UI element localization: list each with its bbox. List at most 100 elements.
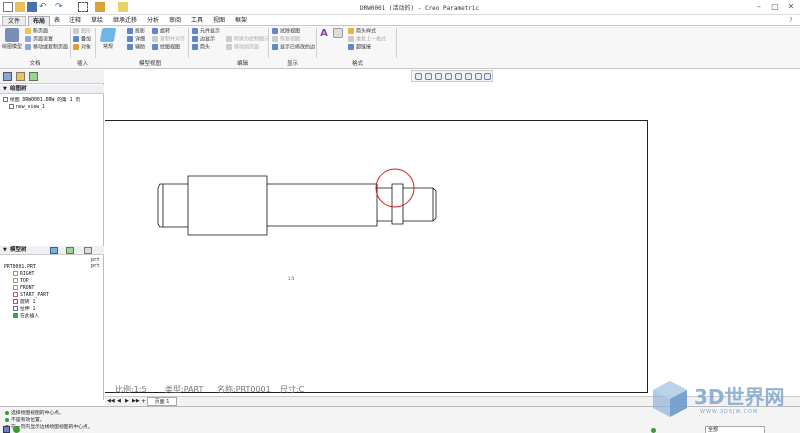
projection-button[interactable]: 投影: [127, 28, 145, 36]
modified-edges-icon: [272, 44, 278, 50]
selection-filter[interactable]: 全部: [705, 426, 765, 433]
drawing-tree-item[interactable]: 绘图 DRW0001.DRW 的第 1 页: [3, 97, 80, 104]
regen-status-icon: [651, 428, 656, 433]
saved-views-icon[interactable]: [465, 73, 472, 80]
zoom-out-icon[interactable]: [435, 73, 442, 80]
tab-view[interactable]: 视图: [209, 16, 229, 26]
navigator-toggle-icon[interactable]: [3, 426, 10, 433]
shaft-view[interactable]: [105, 84, 800, 394]
move-copy-sheet-button[interactable]: 移动或复制页面: [25, 44, 68, 52]
last-sheet-icon[interactable]: ▶▶: [132, 398, 140, 404]
tab-legacy-migration[interactable]: 继承迁移: [109, 16, 141, 26]
tab-framework[interactable]: 框架: [231, 16, 251, 26]
drawing-canvas[interactable]: 1:5 比例:1:5 类型:PART 名称:PRT0001 尺寸:C: [105, 84, 800, 394]
close-button[interactable]: ✕: [784, 1, 798, 13]
zoom-in-icon[interactable]: [425, 73, 432, 80]
ribbon-tabs: 文件 布局 表 注释 草绘 继承迁移 分析 审阅 工具 视图 框架 ?: [0, 15, 800, 26]
next-sheet-icon[interactable]: ▶: [125, 398, 129, 404]
resume-view-button[interactable]: 恢复视图: [272, 36, 300, 44]
select-icon[interactable]: [78, 2, 88, 12]
line-style-button[interactable]: [332, 28, 344, 39]
folder-browser-icon[interactable]: [16, 72, 25, 81]
repeat-last-format-button[interactable]: 重复上一格式: [348, 36, 386, 44]
redo-icon[interactable]: ↷: [55, 2, 65, 12]
drawing-view-button[interactable]: 绘图视图: [152, 44, 180, 52]
model-tree-header[interactable]: ▼ 模型树: [0, 246, 104, 255]
undo-icon[interactable]: ↶: [39, 2, 49, 12]
new-file-icon[interactable]: [3, 2, 13, 12]
tab-sketch[interactable]: 草绘: [87, 16, 107, 26]
model-tree-item[interactable]: TOP: [13, 278, 29, 285]
model-tree-item[interactable]: FRONT: [13, 285, 34, 292]
annotation-display-icon[interactable]: [484, 73, 491, 80]
coordinate-system-icon: [13, 292, 18, 297]
model-tree-tab-icon[interactable]: [3, 72, 12, 81]
tab-analysis[interactable]: 分析: [143, 16, 163, 26]
revolved-icon: [152, 28, 158, 34]
sheet-tab-1[interactable]: 页面 1: [147, 397, 177, 406]
detailed-label: 详细: [135, 36, 146, 43]
edge-display-button[interactable]: 边显示: [192, 36, 215, 44]
group-separator: [95, 28, 96, 58]
repaint-icon[interactable]: [445, 73, 452, 80]
group-separator: [70, 28, 71, 58]
tree-settings-icon[interactable]: [50, 247, 58, 254]
maximize-button[interactable]: □: [768, 1, 782, 13]
tab-table[interactable]: 表: [51, 16, 63, 26]
tab-layout[interactable]: 布局: [28, 16, 50, 26]
tree-filter-icon[interactable]: [66, 247, 74, 254]
regenerate-icon[interactable]: [95, 2, 105, 12]
auxiliary-view-button[interactable]: 辅助: [127, 44, 145, 52]
model-tree-item[interactable]: RIGHT: [13, 271, 34, 278]
browser-toggle-icon[interactable]: [13, 426, 20, 433]
model-tree-item[interactable]: 在此插入: [13, 313, 39, 320]
move-to-sheet-button[interactable]: 移动到页面: [226, 44, 259, 52]
arrow-style-button[interactable]: 箭头样式: [348, 28, 376, 36]
text-style-button[interactable]: A: [318, 28, 330, 39]
general-view-label: 常规: [102, 44, 113, 50]
detailed-view-button[interactable]: 详细: [127, 36, 145, 44]
tab-annotate[interactable]: 注释: [65, 16, 85, 26]
model-tree-item[interactable]: 拉伸 1: [13, 306, 35, 313]
help-icon[interactable]: ?: [786, 16, 796, 26]
add-sheet-icon[interactable]: +: [141, 398, 146, 405]
page-setup-button[interactable]: 页面设置: [25, 36, 53, 44]
object-button[interactable]: 对象: [73, 44, 91, 52]
open-file-icon[interactable]: [15, 2, 25, 12]
hyperlink-icon: [348, 44, 354, 50]
copy-align-button[interactable]: 复制并对齐: [152, 36, 185, 44]
display-style-icon[interactable]: [455, 73, 462, 80]
windows-icon[interactable]: [118, 2, 128, 12]
prev-sheet-icon[interactable]: ◀: [117, 398, 121, 404]
save-icon[interactable]: [27, 2, 37, 12]
drawing-tree-header[interactable]: ▼ 绘图树: [0, 85, 104, 94]
show-modified-edges-button[interactable]: 显示已修改的边: [272, 44, 315, 52]
model-tree-item[interactable]: START_PART: [13, 292, 49, 299]
hyperlink-button[interactable]: 超链接: [348, 44, 371, 52]
new-sheet-button[interactable]: 新页面: [25, 28, 48, 36]
page-setup-icon: [25, 36, 31, 42]
graph-button[interactable]: 图形: [73, 28, 91, 36]
drawing-tree-item[interactable]: new_view_1: [9, 104, 45, 111]
tab-file[interactable]: 文件: [2, 16, 26, 26]
model-tree-item[interactable]: 旋转 1: [13, 299, 35, 306]
tree-columns-icon[interactable]: [84, 247, 92, 254]
erase-view-button[interactable]: 拭除视图: [272, 28, 300, 36]
arrows-button[interactable]: 箭头: [192, 44, 210, 52]
tab-tools[interactable]: 工具: [187, 16, 207, 26]
first-sheet-icon[interactable]: ◀◀: [107, 398, 115, 404]
drawing-models-button[interactable]: 绘图模型: [2, 28, 22, 50]
overlay-button[interactable]: 叠加: [73, 36, 91, 44]
favorites-icon[interactable]: [29, 72, 38, 81]
revolved-view-button[interactable]: 旋转: [152, 28, 170, 36]
model-tree-item-label: RIGHT: [20, 272, 35, 277]
refit-icon[interactable]: [415, 73, 422, 80]
minimize-button[interactable]: –: [752, 1, 766, 13]
shaft-geometry: [157, 175, 437, 236]
convert-to-draft-button[interactable]: 转换为绘制图元: [226, 36, 269, 44]
overlay-label: 叠加: [81, 36, 92, 43]
datum-display-icon[interactable]: [475, 73, 482, 80]
general-view-button[interactable]: 常规: [98, 28, 118, 50]
tab-review[interactable]: 审阅: [165, 16, 185, 26]
component-display-button[interactable]: 元件显示: [192, 28, 220, 36]
